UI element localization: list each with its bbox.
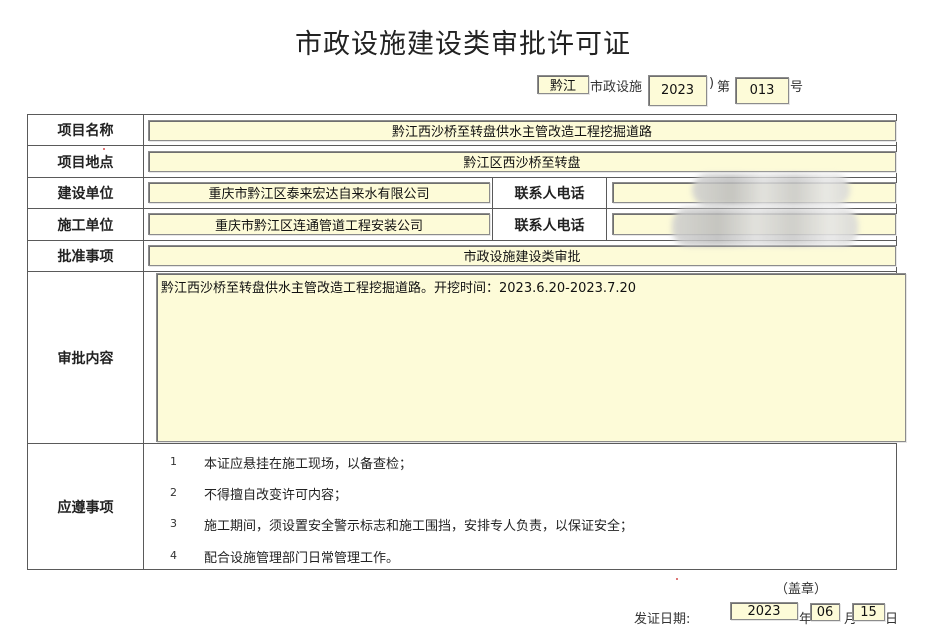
project-name-field[interactable]: 黔江西沙桥至转盘供水主管改造工程挖掘道路: [148, 120, 896, 141]
day-char: 日: [885, 612, 899, 627]
approval-item-field[interactable]: 市政设施建设类审批: [148, 245, 896, 266]
contractor-contact-label: 联系人电话: [514, 217, 585, 234]
approval-item-label: 批准事项: [57, 249, 114, 265]
note-text: 不得擅自改变许可内容；: [204, 488, 348, 503]
note-text: 本证应悬挂在施工现场，以备查检；: [204, 457, 413, 472]
ref-di-text: 第: [717, 80, 731, 95]
approval-content-label: 审批内容: [57, 350, 114, 367]
note-number: 3: [170, 517, 177, 530]
issue-month-field[interactable]: 06: [810, 603, 840, 621]
blurred-phone-contractor: [672, 208, 858, 246]
note-text: 施工期间，须设置安全警示标志和施工围挡，安排专人负责，以保证安全；: [204, 519, 634, 534]
ref-hao-text: 号: [790, 80, 804, 95]
district-field[interactable]: 黔江: [537, 75, 589, 94]
approval-content-field[interactable]: 黔江西沙桥至转盘供水主管改造工程挖掘道路。开挖时间：2023.6.20-2023…: [156, 273, 906, 442]
ref-mid-text: 市政设施: [590, 80, 643, 95]
builder-contact-label: 联系人电话: [514, 186, 585, 202]
page-title: 市政设施建设类审批许可证: [295, 29, 631, 60]
builder-label: 建设单位: [57, 186, 114, 202]
ref-bracket: ): [709, 76, 715, 91]
project-site-label: 项目地点: [57, 154, 114, 171]
ref-number-field[interactable]: 013: [735, 77, 789, 104]
issue-date-label: 发证日期:: [634, 612, 691, 627]
ref-year-field[interactable]: 2023: [648, 75, 707, 106]
note-text: 配合设施管理部门日常管理工作。: [204, 551, 400, 566]
notes-label: 应遵事项: [57, 499, 114, 516]
contractor-label: 施工单位: [57, 217, 114, 234]
builder-field[interactable]: 重庆市黔江区泰来宏达自来水有限公司: [148, 182, 490, 203]
contractor-field[interactable]: 重庆市黔江区连通管道工程安装公司: [148, 213, 490, 235]
seal-text: （盖章）: [775, 582, 828, 597]
note-number: 4: [170, 549, 177, 562]
project-site-field[interactable]: 黔江区西沙桥至转盘: [148, 151, 896, 172]
note-number: 2: [170, 486, 177, 499]
blurred-phone-builder: [692, 174, 850, 206]
issue-year-field[interactable]: 2023: [730, 602, 798, 620]
note-number: 1: [170, 455, 177, 468]
scan-speck: [676, 578, 678, 580]
scan-speck: [103, 148, 105, 150]
project-name-label: 项目名称: [57, 123, 114, 139]
issue-day-field[interactable]: 15: [852, 603, 885, 621]
